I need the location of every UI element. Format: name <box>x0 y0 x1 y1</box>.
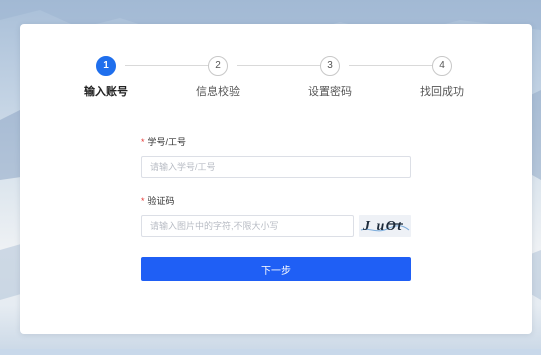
progress-steps: 1 输入账号 2 信息校验 3 设置密码 4 找回成功 <box>20 24 532 104</box>
step-label: 找回成功 <box>420 86 464 98</box>
step-label: 设置密码 <box>308 86 352 98</box>
account-input[interactable] <box>141 156 411 178</box>
step-number: 3 <box>320 56 340 76</box>
reset-password-card: 1 输入账号 2 信息校验 3 设置密码 4 找回成功 *学号/工号 *验证码 <box>20 24 532 334</box>
captcha-input[interactable] <box>141 215 354 237</box>
step-1: 1 输入账号 <box>61 56 151 99</box>
account-form: *学号/工号 *验证码 J uOt 下一步 <box>141 136 411 281</box>
account-field-label: * 学号/工号 <box>141 136 411 148</box>
captcha-label-text: 验证码 <box>147 196 175 206</box>
step-number: 2 <box>208 56 228 76</box>
account-label-text: 学号/工号 <box>147 137 187 147</box>
step-3: 3 设置密码 <box>285 56 375 99</box>
required-mark: * <box>141 137 145 147</box>
next-button[interactable]: 下一步 <box>141 257 411 281</box>
step-4: 4 找回成功 <box>397 56 487 99</box>
captcha-row: J uOt <box>141 215 411 237</box>
captcha-graphic: J uOt <box>360 219 410 234</box>
bottom-strip <box>0 349 541 355</box>
required-mark: * <box>141 196 145 206</box>
captcha-field-label: * 验证码 <box>141 195 411 207</box>
step-2: 2 信息校验 <box>173 56 263 99</box>
step-number: 4 <box>432 56 452 76</box>
step-number: 1 <box>96 56 116 76</box>
svg-text:J uOt: J uOt <box>362 219 403 234</box>
step-label: 输入账号 <box>84 86 128 98</box>
captcha-image[interactable]: J uOt <box>359 215 411 237</box>
step-label: 信息校验 <box>196 86 240 98</box>
